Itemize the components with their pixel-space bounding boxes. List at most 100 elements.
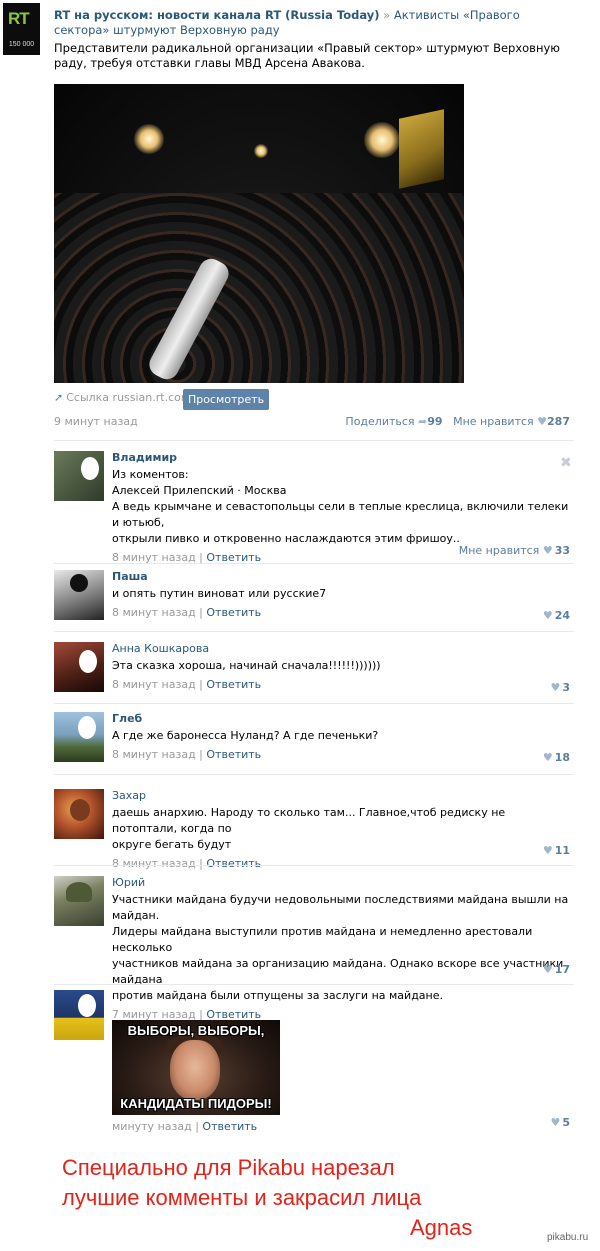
meme-face-shape <box>170 1040 220 1100</box>
heart-icon: ♥ <box>537 415 548 428</box>
post-actions: Поделиться ➦99 Мне нравится ♥287 <box>345 414 570 430</box>
video-link-label: Ссылка russian.rt.com <box>66 391 192 404</box>
channel-avatar[interactable]: RT 150 000 <box>3 3 40 55</box>
comment-author[interactable]: Глеб <box>112 712 572 726</box>
comment-line: А ведь крымчане и севастопольцы сели в т… <box>112 500 569 529</box>
comment-like-button[interactable]: ♥ 24 <box>543 609 570 622</box>
heart-icon: ♥ <box>542 544 553 557</box>
meme-top-caption: ВЫБОРЫ, ВЫБОРЫ, <box>127 1023 265 1038</box>
comment-like-button[interactable]: ♥ 17 <box>543 963 570 976</box>
comment-text: Участники майдана будучи недовольными по… <box>112 892 572 1004</box>
avatar-hair-shape <box>70 574 88 592</box>
comment-like-count: 24 <box>554 609 570 622</box>
comment-like-button[interactable]: ♥ 11 <box>543 844 570 857</box>
reply-link[interactable]: Ответить <box>206 606 261 619</box>
reply-link[interactable]: Ответить <box>202 1120 257 1133</box>
comment-meta: 8 минут назад | Ответить <box>112 857 262 870</box>
helmet-shape <box>66 882 92 902</box>
stage-light <box>364 122 400 158</box>
reply-link[interactable]: Ответить <box>206 748 261 761</box>
watermark: pikabu.ru <box>547 1232 589 1243</box>
comment-author[interactable]: Паша <box>112 570 572 584</box>
video-link[interactable]: ➚ Ссылка russian.rt.com <box>54 389 192 410</box>
comment-item: Владимир Из коментов: Алексей Прилепский… <box>54 451 574 564</box>
avatar-face-shape <box>70 799 90 821</box>
face-mask <box>81 457 99 480</box>
meme-image[interactable]: ВЫБОРЫ, ВЫБОРЫ, КАНДИДАТЫ ПИДОРЫ! <box>112 1020 280 1115</box>
comment-author[interactable]: Владимир <box>112 451 572 465</box>
divider <box>54 631 574 632</box>
post-text: Представители радикальной организации «П… <box>54 41 560 70</box>
comment-time[interactable]: 8 минут назад <box>112 606 196 619</box>
share-count: 99 <box>427 415 443 428</box>
divider <box>54 865 574 866</box>
stage-light <box>254 144 268 158</box>
breadcrumb-separator: » <box>379 8 394 22</box>
comment-text: Эта сказка хороша, начинай сначала!!!!!!… <box>112 658 572 674</box>
post-time[interactable]: 9 минут назад <box>54 415 138 428</box>
comment-author[interactable]: Анна Кошкарова <box>112 642 572 656</box>
footer-line-2: лучшие комменты и закрасил лица <box>62 1185 422 1210</box>
avatar[interactable] <box>54 712 104 762</box>
comment-like-count: 5 <box>562 1116 570 1129</box>
comment-line: Алексей Прилепский · Москва <box>112 484 287 497</box>
avatar[interactable] <box>54 789 104 839</box>
heart-icon: ♥ <box>542 609 553 622</box>
comment-line: даешь анархию. Народу то сколько там... … <box>112 806 506 835</box>
share-button[interactable]: Поделиться ➦99 <box>345 415 442 428</box>
comment-meta: 8 минут назад | Ответить <box>112 606 262 619</box>
comment-item: Юрий Участники майдана будучи недовольны… <box>54 876 574 1021</box>
comment-body: Паша и опять путин виноват или русские7 … <box>112 570 572 620</box>
meme-bottom-caption: КАНДИДАТЫ ПИДОРЫ! <box>120 1096 272 1111</box>
avatar[interactable] <box>54 451 104 501</box>
comment-like-count: 33 <box>554 544 570 557</box>
face-mask <box>78 716 96 739</box>
reply-link[interactable]: Ответить <box>206 678 261 691</box>
comment-text: Из коментов: Алексей Прилепский · Москва… <box>112 467 572 547</box>
view-button[interactable]: Просмотреть <box>183 389 269 410</box>
comment-like-button[interactable]: ♥ 5 <box>550 1116 570 1129</box>
comment-like-count: 11 <box>554 844 570 857</box>
comment-like-button[interactable]: ♥ 3 <box>550 681 570 694</box>
channel-name-link[interactable]: RT на русском: новости канала RT (Russia… <box>54 8 379 22</box>
comment-meta: минуту назад | Ответить <box>112 1120 258 1133</box>
video-thumbnail[interactable] <box>54 84 464 383</box>
comment-text: даешь анархию. Народу то сколько там... … <box>112 805 572 853</box>
comment-author[interactable]: Юрий <box>112 876 572 890</box>
heart-icon: ♥ <box>550 1116 561 1129</box>
share-label: Поделиться <box>345 415 415 428</box>
comment-line: А где же баронесса Нуланд? А где печеньк… <box>112 729 379 742</box>
like-count: 287 <box>547 415 570 428</box>
reply-link[interactable]: Ответить <box>206 857 261 870</box>
divider <box>54 440 574 441</box>
heart-icon: ♥ <box>542 844 553 857</box>
avatar[interactable] <box>54 642 104 692</box>
avatar[interactable] <box>54 876 104 926</box>
comment-text: и опять путин виноват или русские7 <box>112 586 572 602</box>
comment-item: Анна Кошкарова Эта сказка хороша, начина… <box>54 642 574 694</box>
comment-item: Паша и опять путин виноват или русские7 … <box>54 570 574 622</box>
like-button[interactable]: Мне нравится ♥287 <box>453 415 570 428</box>
comment-text: А где же баронесса Нуланд? А где печеньк… <box>112 728 572 744</box>
comment-time[interactable]: 8 минут назад <box>112 748 196 761</box>
avatar[interactable] <box>54 990 104 1040</box>
comment-like-button[interactable]: Мне нравится ♥ 33 <box>459 544 570 557</box>
comment-item: Захар даешь анархию. Народу то сколько т… <box>54 789 574 870</box>
comment-like-button[interactable]: ♥ 18 <box>543 751 570 764</box>
comment-meta: 8 минут назад | Ответить <box>112 748 262 761</box>
like-label: Мне нравится <box>453 415 534 428</box>
comment-author[interactable]: Захар <box>112 789 572 803</box>
comment-meta: 8 минут назад | Ответить <box>112 678 262 691</box>
divider <box>54 984 574 985</box>
comment-like-count: 3 <box>562 681 570 694</box>
share-icon: ➦ <box>418 415 428 428</box>
comment-time[interactable]: минуту назад <box>112 1120 192 1133</box>
footer-author: Agnas <box>410 1215 473 1240</box>
comment-time[interactable]: 8 минут назад <box>112 857 196 870</box>
footer-line-1: Специально для Pikabu нарезал <box>62 1155 395 1180</box>
comment-item: ВЫБОРЫ, ВЫБОРЫ, КАНДИДАТЫ ПИДОРЫ! минуту… <box>54 990 574 1133</box>
heart-icon: ♥ <box>542 963 553 976</box>
avatar[interactable] <box>54 570 104 620</box>
stage-light <box>134 124 164 154</box>
comment-time[interactable]: 8 минут назад <box>112 678 196 691</box>
